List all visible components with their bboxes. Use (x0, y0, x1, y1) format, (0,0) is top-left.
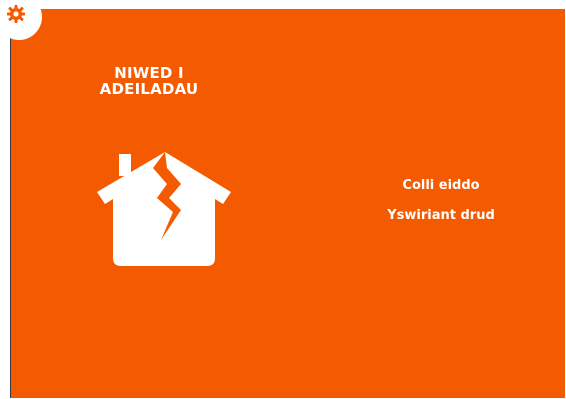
slide-title-line-1: NIWED I (114, 64, 184, 82)
slide-title: NIWED I ADEILADAU (89, 65, 209, 97)
cracked-house-icon (95, 146, 235, 270)
page: NIWED I ADEILADAU Colli eiddo Yswiriant … (0, 0, 566, 399)
slide-title-line-2: ADEILADAU (99, 80, 199, 98)
slide-panel: NIWED I ADEILADAU Colli eiddo Yswiriant … (10, 9, 565, 398)
top-strip (0, 0, 566, 9)
effect-item-property-loss: Colli eiddo (402, 178, 480, 193)
effect-item-expensive-insurance: Yswiriant drud (387, 208, 495, 223)
effects-list: Colli eiddo Yswiriant drud (351, 178, 531, 238)
gear-icon (7, 5, 25, 23)
